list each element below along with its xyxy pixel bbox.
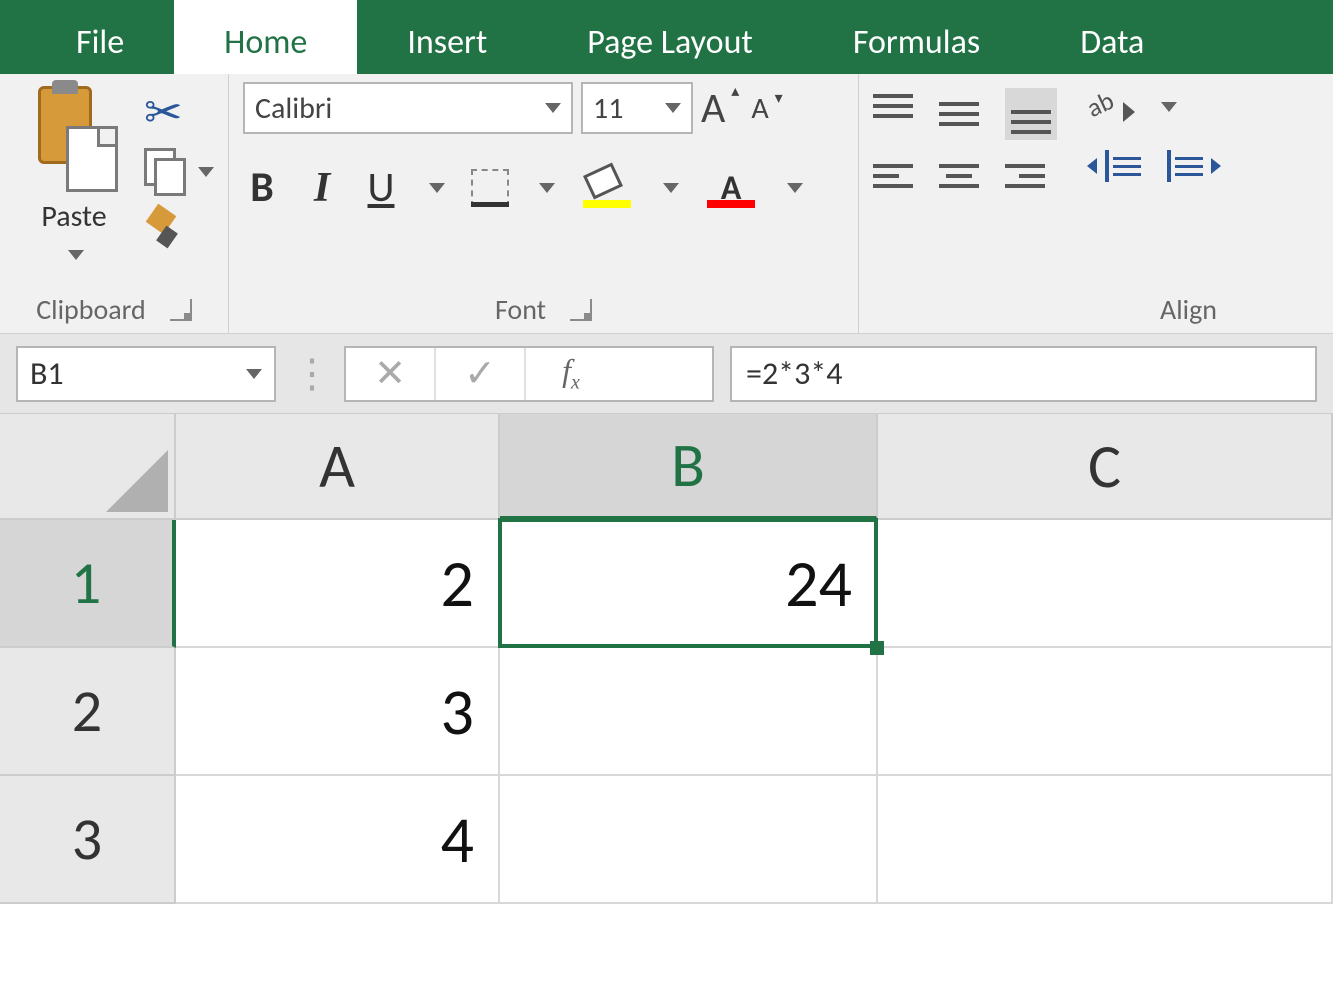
underline-button[interactable]: U [363,162,399,213]
fill-color-icon[interactable] [581,168,633,208]
name-box[interactable]: B1 [16,346,276,402]
cancel-formula-button[interactable]: ✕ [346,348,436,400]
increase-indent-icon[interactable] [1167,150,1221,182]
align-middle-icon[interactable] [939,94,979,134]
font-name-value: Calibri [255,90,332,127]
cell-B2[interactable] [500,648,878,776]
formula-bar: B1 ⋮ ✕ ✓ fx =2*3*4 [0,334,1333,414]
group-alignment: ab Align [859,74,1235,333]
cell-B1[interactable]: 24 [500,520,878,648]
group-clipboard: Paste ✂ Clipboard [0,74,229,333]
cell-C2[interactable] [878,648,1333,776]
cell-C3[interactable] [878,776,1333,904]
formula-bar-separator: ⋮ [292,349,328,398]
name-box-value: B1 [30,354,64,393]
borders-dropdown[interactable] [539,183,555,193]
fx-controls: ✕ ✓ fx [344,346,714,402]
tab-page-layout[interactable]: Page Layout [537,0,803,74]
formula-text: =2*3*4 [746,354,842,393]
increase-font-icon[interactable]: A▴ [701,83,725,134]
row-header-1[interactable]: 1 [0,520,176,648]
fill-color-dropdown[interactable] [663,183,679,193]
formula-input[interactable]: =2*3*4 [730,346,1317,402]
cell-C1[interactable] [878,520,1333,648]
tab-insert[interactable]: Insert [357,0,537,74]
tab-formulas[interactable]: Formulas [803,0,1030,74]
orientation-icon[interactable]: ab [1087,88,1131,126]
col-header-B[interactable]: B [500,414,878,520]
align-top-icon[interactable] [873,94,913,134]
clipboard-dialog-launcher[interactable] [170,299,192,321]
col-header-A[interactable]: A [176,414,500,520]
row-header-3[interactable]: 3 [0,776,176,904]
insert-function-button[interactable]: fx [526,348,616,400]
alignment-group-label: Align [1160,292,1217,327]
col-header-C[interactable]: C [878,414,1333,520]
ribbon: Paste ✂ Clipboard Calibri [0,74,1333,334]
row-header-2[interactable]: 2 [0,648,176,776]
tab-home[interactable]: Home [174,0,357,74]
font-color-dropdown[interactable] [787,183,803,193]
cell-A3[interactable]: 4 [176,776,500,904]
tab-data[interactable]: Data [1030,0,1194,74]
italic-button[interactable]: I [307,164,337,212]
bold-button[interactable]: B [243,162,281,213]
clipboard-group-label: Clipboard [36,292,145,327]
format-painter-icon[interactable] [144,208,184,248]
ribbon-tabs: File Home Insert Page Layout Formulas Da… [0,0,1333,74]
cut-icon[interactable]: ✂ [144,90,214,136]
copy-icon[interactable] [144,148,188,196]
font-size-combo[interactable]: 11 [581,82,693,134]
select-all-corner[interactable] [0,414,176,520]
font-size-value: 11 [593,90,623,127]
worksheet-grid[interactable]: A B C 1 2 24 2 3 3 4 [0,414,1333,904]
align-bottom-icon[interactable] [1011,94,1051,134]
font-dialog-launcher[interactable] [570,299,592,321]
cell-A1[interactable]: 2 [176,520,500,648]
align-left-icon[interactable] [873,164,913,188]
font-color-icon[interactable]: A [705,168,757,208]
enter-formula-button[interactable]: ✓ [436,348,526,400]
borders-icon[interactable] [471,169,509,207]
orientation-dropdown[interactable] [1161,102,1177,112]
cell-A2[interactable]: 3 [176,648,500,776]
paste-button[interactable]: Paste [41,198,106,235]
paste-icon[interactable] [30,86,118,186]
paste-dropdown[interactable] [64,235,84,270]
tab-file[interactable]: File [26,0,174,74]
decrease-font-icon[interactable]: A▾ [751,90,768,127]
font-group-label: Font [495,292,546,327]
font-name-combo[interactable]: Calibri [243,82,573,134]
align-center-icon[interactable] [939,164,979,188]
fill-handle[interactable] [870,641,884,655]
underline-dropdown[interactable] [429,183,445,193]
decrease-indent-icon[interactable] [1087,150,1141,182]
copy-dropdown[interactable] [198,167,214,177]
align-right-icon[interactable] [1005,164,1045,188]
cell-B3[interactable] [500,776,878,904]
group-font: Calibri 11 A▴ A▾ B I U A [229,74,859,333]
